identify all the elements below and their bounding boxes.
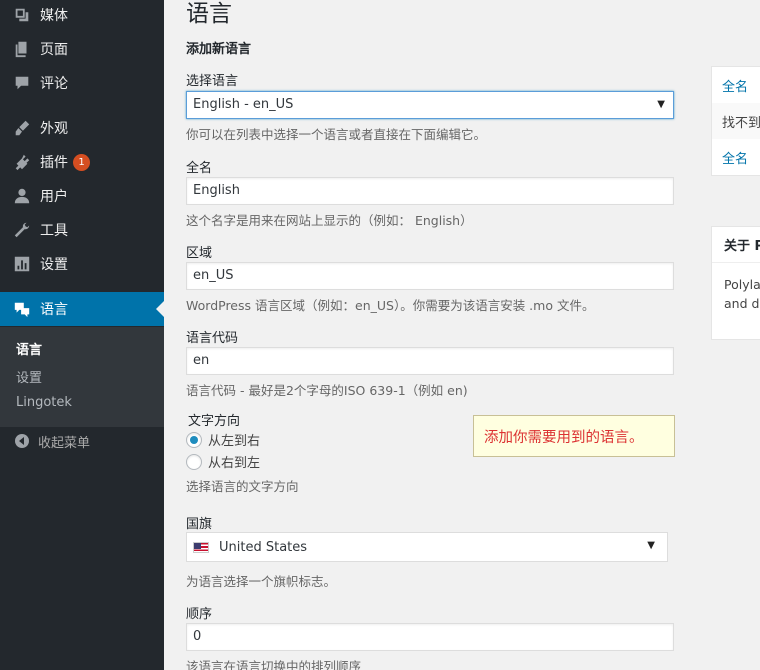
locale-label: 区域 xyxy=(186,246,213,261)
table-empty-row: 找不到 xyxy=(712,103,760,139)
page-title: 语言 xyxy=(186,1,232,27)
current-menu-pointer xyxy=(156,301,164,317)
about-body: Polylar and do xyxy=(712,263,760,339)
locale-desc: WordPress 语言区域（例如：en_US）。你需要为该语言安装 .mo 文… xyxy=(186,298,595,313)
us-flag-icon xyxy=(193,541,209,553)
sidebar-item-label: 评论 xyxy=(40,76,68,92)
submenu-item-lingotek[interactable]: Lingotek xyxy=(16,395,72,410)
help-tooltip: 添加你需要用到的语言。 xyxy=(473,415,675,457)
sidebar-item-label: 工具 xyxy=(40,223,68,239)
order-label: 顺序 xyxy=(186,607,213,622)
sidebar-item-pages[interactable]: 页面 xyxy=(0,32,164,66)
table-header-fullname[interactable]: 全名 xyxy=(712,67,760,103)
comments-icon xyxy=(12,73,32,93)
full-name-input[interactable]: English xyxy=(186,177,674,205)
flag-select-value: United States xyxy=(219,539,308,555)
admin-sidebar: 媒体 页面 评论 外观 插件 1 用户 工具 设置 语言 语言 设置 Lingo… xyxy=(0,0,164,670)
order-input[interactable]: 0 xyxy=(186,623,674,651)
sidebar-item-settings[interactable]: 设置 xyxy=(0,247,164,281)
about-line: and do xyxy=(724,296,760,311)
sidebar-item-users[interactable]: 用户 xyxy=(0,179,164,213)
sidebar-item-label: 外观 xyxy=(40,121,68,137)
sidebar-item-label: 插件 xyxy=(40,155,68,171)
sidebar-item-tools[interactable]: 工具 xyxy=(0,213,164,247)
sidebar-item-label: 设置 xyxy=(40,257,68,273)
choose-language-label: 选择语言 xyxy=(186,74,239,89)
language-select[interactable]: English - en_US ▼ xyxy=(186,91,674,119)
sidebar-item-language[interactable]: 语言 xyxy=(0,292,164,326)
plugins-icon xyxy=(12,152,32,172)
collapse-arrow-icon xyxy=(14,433,30,449)
collapse-menu-button[interactable]: 收起菜单 xyxy=(0,424,164,458)
sidebar-item-label: 用户 xyxy=(40,189,68,205)
language-code-label: 语言代码 xyxy=(186,331,239,346)
sidebar-item-label: 语言 xyxy=(40,302,68,318)
submenu-item-settings[interactable]: 设置 xyxy=(16,367,42,386)
order-desc: 该语言在语言切换中的排列顺序 xyxy=(186,659,362,670)
table-footer-fullname[interactable]: 全名 xyxy=(712,139,760,175)
section-title: 添加新语言 xyxy=(186,42,252,57)
dropdown-arrow-icon: ▼ xyxy=(647,540,655,551)
text-direction-desc: 选择语言的文字方向 xyxy=(186,479,299,494)
sidebar-item-label: 媒体 xyxy=(40,8,68,24)
language-code-desc: 语言代码 - 最好是2个字母的ISO 639-1（例如 en) xyxy=(186,383,468,398)
appearance-icon xyxy=(12,118,32,138)
language-submenu: 语言 设置 Lingotek xyxy=(0,327,164,427)
radio-ltr-label: 从左到右 xyxy=(208,434,261,449)
text-direction-label: 文字方向 xyxy=(188,414,241,429)
tools-icon xyxy=(12,220,32,240)
dropdown-arrow-icon: ▼ xyxy=(657,99,665,110)
locale-input[interactable]: en_US xyxy=(186,262,674,290)
collapse-menu-label: 收起菜单 xyxy=(38,435,91,451)
about-line: Polylar xyxy=(724,277,760,292)
pages-icon xyxy=(12,39,32,59)
choose-language-desc: 你可以在列表中选择一个语言或者直接在下面编辑它。 xyxy=(186,127,487,142)
flag-label: 国旗 xyxy=(186,517,213,532)
sidebar-item-appearance[interactable]: 外观 xyxy=(0,111,164,145)
sidebar-item-plugins[interactable]: 插件 1 xyxy=(0,145,164,179)
language-code-input[interactable]: en xyxy=(186,347,674,375)
language-select-value: English - en_US xyxy=(193,97,294,112)
submenu-item-languages[interactable]: 语言 xyxy=(16,339,42,358)
languages-table: 全名 找不到 全名 xyxy=(711,66,760,176)
sidebar-item-label: 页面 xyxy=(40,42,68,58)
radio-rtl-button[interactable] xyxy=(186,453,202,470)
sidebar-item-comments[interactable]: 评论 xyxy=(0,66,164,100)
full-name-label: 全名 xyxy=(186,161,213,176)
flag-select[interactable]: United States ▼ xyxy=(186,532,668,562)
radio-ltr-button[interactable] xyxy=(186,431,202,448)
radio-ltr[interactable]: 从左到右 xyxy=(186,430,260,449)
sidebar-item-media[interactable]: 媒体 xyxy=(0,0,164,32)
users-icon xyxy=(12,186,32,206)
about-box: 关于 P Polylar and do xyxy=(711,226,760,340)
settings-icon xyxy=(12,254,32,274)
radio-rtl[interactable]: 从右到左 xyxy=(186,452,260,471)
radio-rtl-label: 从右到左 xyxy=(208,456,261,471)
full-name-desc: 这个名字是用来在网站上显示的（例如： English） xyxy=(186,213,473,228)
language-icon xyxy=(12,299,32,319)
update-count-badge: 1 xyxy=(73,153,90,171)
media-icon xyxy=(12,5,32,25)
flag-desc: 为语言选择一个旗帜标志。 xyxy=(186,574,337,589)
about-title: 关于 P xyxy=(712,227,760,263)
